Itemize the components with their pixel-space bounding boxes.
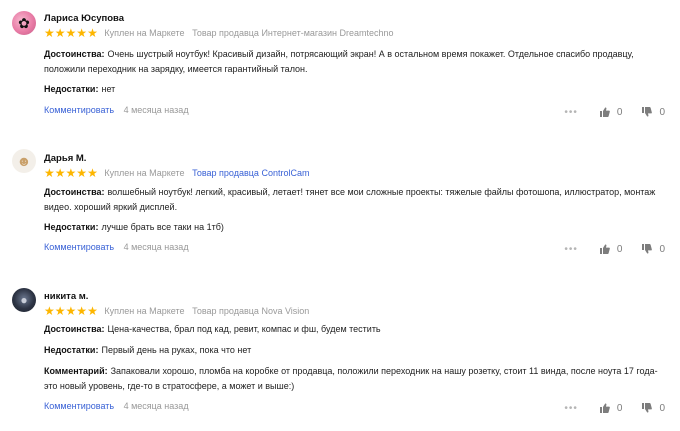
review-actions: ••• 0 0 (564, 105, 665, 119)
review-meta: ★★★★★ Куплен на Маркете Товар продавца И… (44, 27, 394, 39)
cons-text: нет (101, 84, 116, 94)
cons-label: Недостатки: (44, 345, 99, 355)
cons-text: лучше брать все таки на 1тб) (101, 222, 224, 232)
star-icon: ★ (44, 26, 55, 40)
pros-text: Очень шустрый ноутбук! Красивый дизайн, … (44, 49, 634, 74)
reviews-page: ✿ Лариса Юсупова ★★★★★ Куплен на Маркете… (0, 0, 680, 431)
star-icon: ★ (65, 166, 77, 180)
purchase-status: Куплен на Маркете (104, 168, 185, 178)
avatar[interactable]: ✿ (12, 11, 36, 35)
review-actions: ••• 0 0 (564, 401, 665, 415)
star-icon: ★ (87, 304, 98, 318)
star-icon: ★ (54, 166, 66, 180)
purchase-status: Куплен на Маркете (104, 28, 185, 38)
review-actions: ••• 0 0 (564, 242, 665, 256)
pros-text: волшебный ноутбук! легкий, красивый, лет… (44, 187, 656, 212)
review-author[interactable]: никита м. (44, 291, 88, 302)
thumb-down-icon[interactable] (642, 403, 653, 413)
review-cons: Недостатки: Первый день на руках, пока чт… (44, 343, 666, 358)
review-author[interactable]: Лариса Юсупова (44, 13, 124, 24)
flower-icon: ✿ (18, 15, 30, 31)
purchase-status: Куплен на Маркете (104, 306, 185, 316)
cons-label: Недостатки: (44, 222, 99, 232)
review-meta: ★★★★★ Куплен на Маркете Товар продавца N… (44, 305, 309, 317)
seller-link[interactable]: Товар продавца ControlCam (192, 168, 309, 178)
star-icon: ★ (44, 304, 55, 318)
star-icon: ★ (76, 26, 88, 40)
thumb-up-icon[interactable] (599, 403, 610, 413)
dislike-count: 0 (659, 106, 665, 118)
person-photo-icon: ● (20, 293, 28, 307)
review-footer: Комментировать 4 месяца назад ••• 0 0 (44, 105, 669, 119)
rating-stars: ★★★★★ (44, 167, 98, 179)
star-icon: ★ (87, 26, 98, 40)
star-icon: ★ (65, 304, 77, 318)
review-author[interactable]: Дарья М. (44, 153, 86, 164)
more-dots-icon[interactable]: ••• (564, 107, 578, 118)
comment-text: Запаковали хорошо, пломба на коробке от … (44, 366, 658, 391)
pros-label: Достоинства: (44, 187, 105, 197)
star-icon: ★ (54, 304, 66, 318)
thumb-up-icon[interactable] (599, 244, 610, 254)
doll-icon: ☻ (16, 153, 32, 169)
star-icon: ★ (44, 166, 55, 180)
star-icon: ★ (76, 304, 88, 318)
review-meta: ★★★★★ Куплен на Маркете Товар продавца C… (44, 167, 309, 179)
dislike-count: 0 (659, 402, 665, 414)
avatar[interactable]: ● (12, 288, 36, 312)
review-footer: Комментировать 4 месяца назад ••• 0 0 (44, 242, 669, 256)
pros-text: Цена-качества, брал под кад, ревит, комп… (107, 324, 381, 334)
star-icon: ★ (76, 166, 88, 180)
like-count: 0 (616, 106, 623, 118)
comment-button[interactable]: Комментировать (44, 401, 114, 411)
more-dots-icon[interactable]: ••• (564, 403, 578, 414)
star-icon: ★ (54, 26, 66, 40)
seller-label: Товар продавца Интернет-магазин Dreamtec… (192, 28, 394, 38)
dislike-count: 0 (659, 243, 665, 255)
comment-button[interactable]: Комментировать (44, 242, 114, 252)
like-count: 0 (616, 243, 623, 255)
pros-label: Достоинства: (44, 324, 105, 334)
cons-label: Недостатки: (44, 84, 99, 94)
rating-stars: ★★★★★ (44, 27, 98, 39)
rating-stars: ★★★★★ (44, 305, 98, 317)
star-icon: ★ (87, 166, 98, 180)
comment-label: Комментарий: (44, 366, 108, 376)
review-comment: Комментарий: Запаковали хорошо, пломба на… (44, 364, 666, 394)
review-cons: Недостатки: лучше брать все таки на 1тб) (44, 220, 666, 235)
review-pros: Достоинства: Очень шустрый ноутбук! Краси… (44, 47, 666, 77)
review-pros: Достоинства: Цена-качества, брал под кад,… (44, 322, 666, 337)
review-date: 4 месяца назад (123, 105, 189, 115)
cons-text: Первый день на руках, пока что нет (101, 345, 252, 355)
review-date: 4 месяца назад (123, 242, 189, 252)
review-cons: Недостатки: нет (44, 82, 666, 97)
more-dots-icon[interactable]: ••• (564, 244, 578, 255)
review-footer: Комментировать 4 месяца назад ••• 0 0 (44, 401, 669, 415)
review-pros: Достоинства: волшебный ноутбук! легкий, к… (44, 185, 666, 215)
star-icon: ★ (65, 26, 77, 40)
avatar[interactable]: ☻ (12, 149, 36, 173)
thumb-up-icon[interactable] (599, 107, 610, 117)
seller-label: Товар продавца Nova Vision (192, 306, 310, 316)
thumb-down-icon[interactable] (642, 107, 653, 117)
like-count: 0 (616, 402, 623, 414)
pros-label: Достоинства: (44, 49, 105, 59)
comment-button[interactable]: Комментировать (44, 105, 114, 115)
thumb-down-icon[interactable] (642, 244, 653, 254)
review-date: 4 месяца назад (123, 401, 189, 411)
